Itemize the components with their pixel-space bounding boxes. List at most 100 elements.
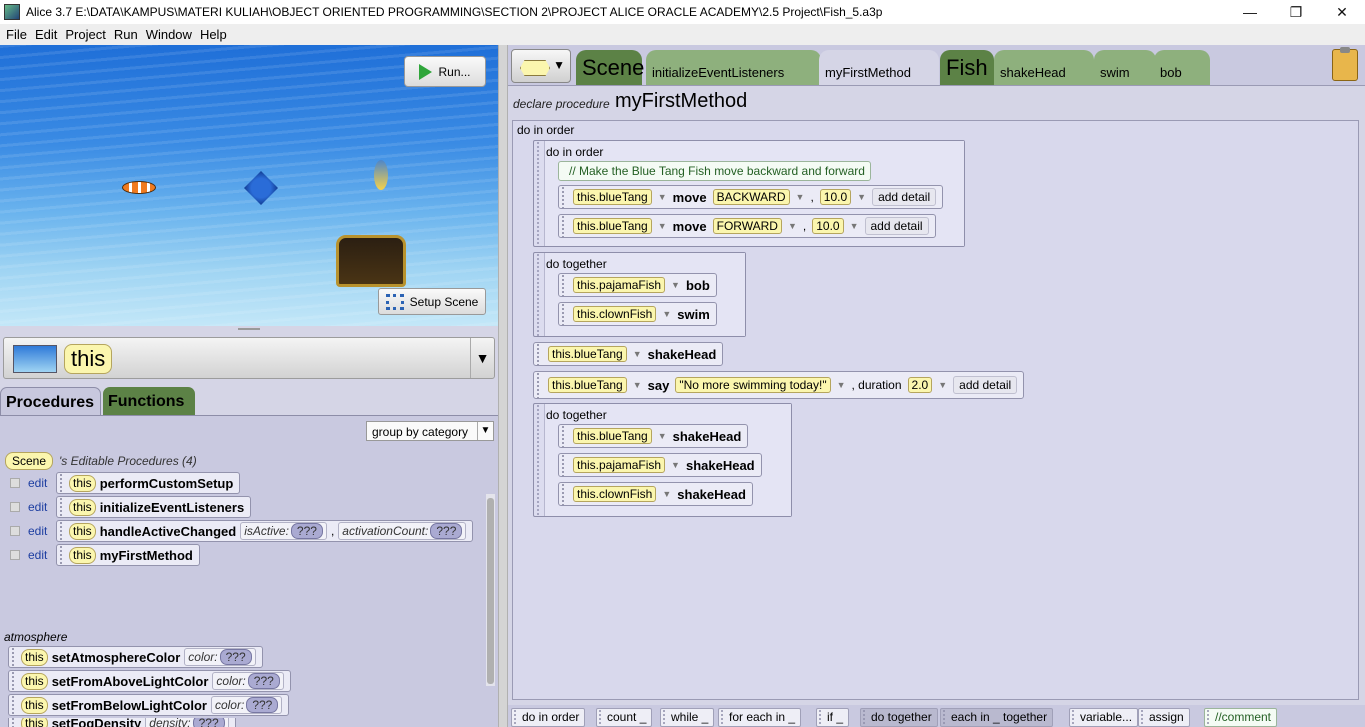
dropdown-arrow-icon[interactable]: ▼ [796,192,805,202]
palette-do-in-order[interactable]: do in order [511,708,586,727]
param-isactive[interactable]: isActive:??? [240,522,327,540]
say-statement[interactable]: this.blueTang ▼ say "No more swimming tod… [533,371,1025,399]
duration-value[interactable]: 2.0 [907,377,933,393]
add-detail-button[interactable]: add detail [872,188,937,206]
dropdown-arrow-icon[interactable]: ▼ [662,309,671,319]
dropdown-arrow-icon[interactable]: ▼ [857,192,866,202]
tab-functions[interactable]: Functions [103,387,195,415]
param-color[interactable]: color:??? [212,672,284,690]
splitter-grip[interactable] [238,328,260,330]
procedure-tile[interactable]: this setFogDensity density:??? [8,718,236,727]
clown-fish-model[interactable] [122,181,156,194]
group-by-select[interactable]: group by category ▼ [366,421,494,441]
dropdown-arrow-icon[interactable]: ▼ [671,280,680,290]
palette-each-in-together[interactable]: each in _ together [940,708,1054,727]
dropdown-arrow-icon[interactable]: ▼ [658,221,667,231]
edit-link[interactable]: edit [28,476,56,490]
dropdown-arrow-icon[interactable]: ▼ [662,489,671,499]
subject-blue-tang[interactable]: this.blueTang [573,189,652,205]
param-activationcount[interactable]: activationCount:??? [338,522,467,540]
scene-class-pill[interactable]: Scene [5,452,54,470]
setup-scene-button[interactable]: Setup Scene [378,288,486,315]
class-menu-button[interactable]: ▼ [511,49,571,83]
procedure-tile[interactable]: this initializeEventListeners [56,496,252,518]
param-density[interactable]: density:??? [145,718,229,727]
maximize-icon[interactable]: ❐ [1273,0,1319,24]
palette-if[interactable]: if _ [816,708,850,727]
subject-clown-fish[interactable]: this.clownFish [573,486,657,502]
drag-handle[interactable] [10,550,20,560]
tab-swim[interactable]: swim [1094,50,1156,86]
drag-handle[interactable] [10,502,20,512]
param-color[interactable]: color:??? [210,696,283,714]
procedure-tile[interactable]: this setFromBelowLightColor color:??? [8,694,290,716]
subject-pajama-fish[interactable]: this.pajamaFish [573,277,666,293]
drag-handle[interactable] [10,526,20,536]
swim-statement[interactable]: this.clownFish ▼ swim [558,302,717,326]
subject-blue-tang[interactable]: this.blueTang [573,428,652,444]
palette-do-together[interactable]: do together [860,708,938,727]
add-detail-button[interactable]: add detail [953,376,1018,394]
say-text-value[interactable]: "No more swimming today!" [675,377,831,393]
tab-scene[interactable]: Scene [576,50,644,86]
amount-value[interactable]: 10.0 [812,218,844,234]
pane-splitter[interactable] [498,45,508,727]
main-do-in-order-block[interactable]: do in order do in order // Make the Blue… [512,120,1359,700]
tab-fish[interactable]: Fish [940,50,994,86]
scene-view[interactable]: Run... Setup Scene [0,45,498,326]
pajama-fish-model[interactable] [374,160,388,190]
dropdown-arrow-icon[interactable]: ▼ [788,221,797,231]
param-color[interactable]: color:??? [184,648,256,666]
minimize-icon[interactable]: — [1227,0,1273,24]
dropdown-arrow-icon[interactable]: ▼ [658,431,667,441]
palette-for-each-in[interactable]: for each in _ [718,708,802,727]
tab-initialize-event-listeners[interactable]: initializeEventListeners [646,50,821,86]
tab-bob[interactable]: bob [1154,50,1210,86]
close-icon[interactable]: ✕ [1319,0,1365,24]
subject-pajama-fish[interactable]: this.pajamaFish [573,457,666,473]
instance-selector[interactable]: this ▼ [3,337,495,379]
procedure-tile[interactable]: this performCustomSetup [56,472,241,494]
bob-statement[interactable]: this.pajamaFish ▼ bob [558,273,717,297]
direction-value[interactable]: FORWARD [712,218,782,234]
vertical-scrollbar[interactable] [486,494,495,686]
shake-head-statement[interactable]: this.clownFish ▼ shakeHead [558,482,753,506]
add-detail-button[interactable]: add detail [864,217,929,235]
amount-value[interactable]: 10.0 [819,189,852,205]
procedure-tile[interactable]: this handleActiveChanged isActive:??? , … [56,520,474,542]
run-button[interactable]: Run... [404,56,486,87]
procedure-tile[interactable]: this setAtmosphereColor color:??? [8,646,263,668]
edit-link[interactable]: edit [28,500,56,514]
dropdown-arrow-icon[interactable]: ▼ [671,460,680,470]
procedure-tile[interactable]: this setFromAboveLightColor color:??? [8,670,291,692]
palette-while[interactable]: while _ [660,708,715,727]
move-statement[interactable]: this.blueTang ▼ move FORWARD ▼ , 10.0 ▼ add… [558,214,936,238]
dropdown-arrow-icon[interactable]: ▼ [658,192,667,202]
dropdown-arrow-icon[interactable]: ▼ [850,221,859,231]
subject-blue-tang[interactable]: this.blueTang [573,218,652,234]
menu-help[interactable]: Help [200,27,227,42]
palette-variable[interactable]: variable... [1069,708,1139,727]
dropdown-arrow-icon[interactable]: ▼ [633,349,642,359]
comment-statement[interactable]: // Make the Blue Tang Fish move backward… [558,161,871,181]
dropdown-arrow-icon[interactable]: ▼ [633,380,642,390]
palette-comment[interactable]: //comment [1204,708,1278,727]
menu-window[interactable]: Window [146,27,192,42]
tab-shake-head[interactable]: shakeHead [994,50,1094,86]
direction-value[interactable]: BACKWARD [712,189,790,205]
procedure-tile[interactable]: this myFirstMethod [56,544,200,566]
shake-head-statement[interactable]: this.blueTang ▼ shakeHead [558,424,749,448]
do-together-block[interactable]: do together this.blueTang ▼ shakeHead thi… [533,403,792,517]
move-statement[interactable]: this.blueTang ▼ move BACKWARD ▼ , 10.0 ▼ ad… [558,185,944,209]
subject-blue-tang[interactable]: this.blueTang [548,346,627,362]
palette-assign[interactable]: assign [1138,708,1190,727]
drag-handle[interactable] [10,478,20,488]
menu-file[interactable]: File [6,27,27,42]
clipboard-icon[interactable] [1332,47,1358,81]
edit-link[interactable]: edit [28,548,56,562]
shake-head-statement[interactable]: this.blueTang ▼ shakeHead [533,342,724,366]
scrollbar-thumb[interactable] [487,498,494,684]
palette-count[interactable]: count _ [596,708,653,727]
treasure-chest-model[interactable] [336,235,406,287]
tab-my-first-method[interactable]: myFirstMethod [819,50,939,86]
